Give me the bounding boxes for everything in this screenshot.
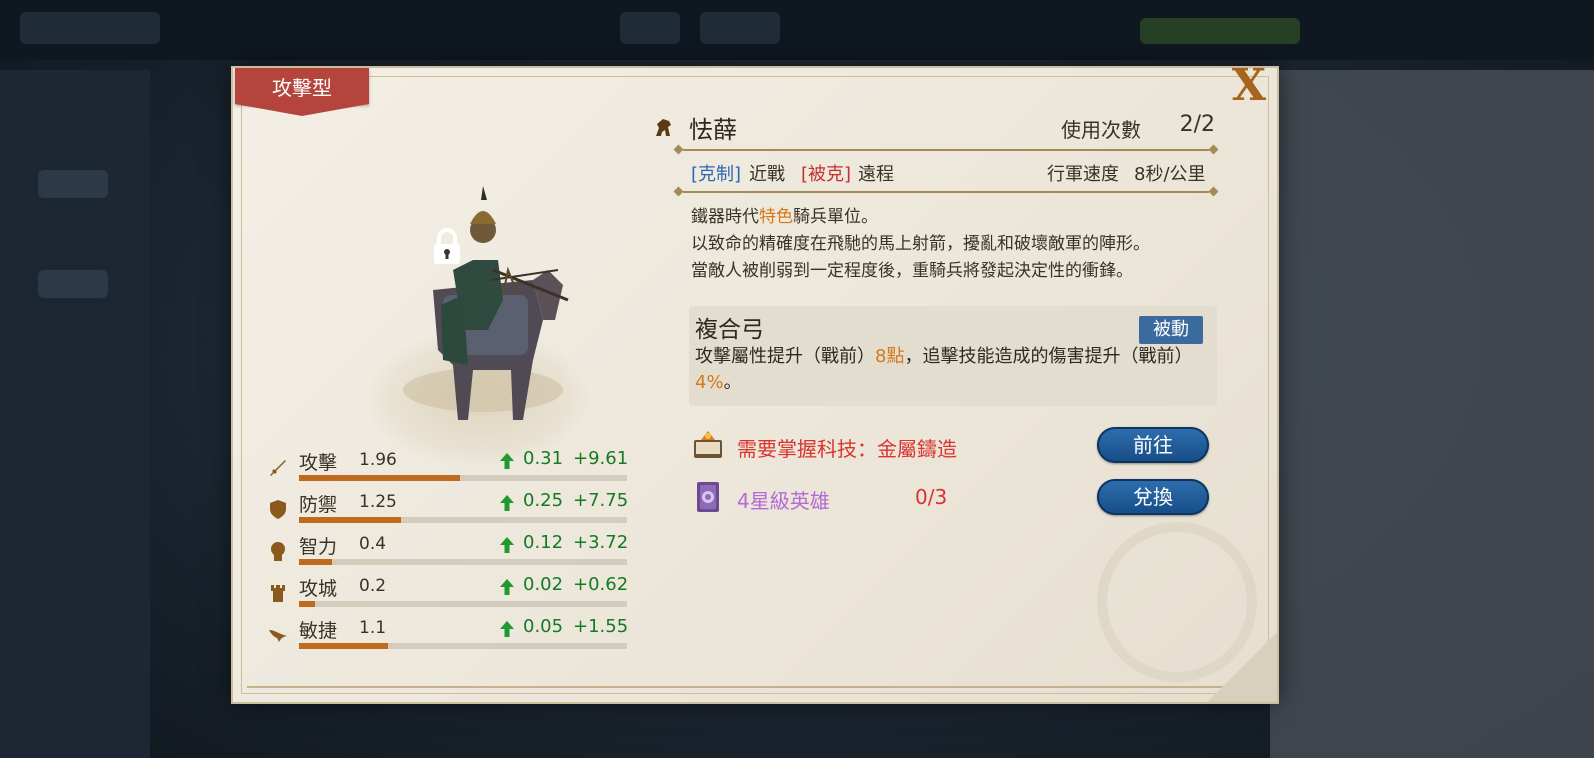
stat-bonus: +0.62 xyxy=(573,574,629,595)
stat-growth: 0.25 xyxy=(523,490,564,511)
description-line: 鐵器時代特色騎兵單位。 xyxy=(691,207,878,227)
background-top-bar xyxy=(0,0,1594,60)
march-speed-label: 行軍速度 xyxy=(1047,164,1119,185)
lock-icon xyxy=(434,228,460,264)
stat-name: 智力 xyxy=(299,536,338,558)
stat-row: 攻擊 1.96 0.31 +9.61 xyxy=(267,446,637,488)
background-sidebar xyxy=(0,70,150,758)
stat-bonus: +3.72 xyxy=(573,532,629,553)
background-top-item xyxy=(620,12,680,44)
unit-description: 鐵器時代特色騎兵單位。 以致命的精確度在飛馳的馬上射箭，擾亂和破壞敵軍的陣形。 … xyxy=(691,204,1233,285)
stat-bar-fill xyxy=(299,559,332,565)
stat-base-value: 1.1 xyxy=(359,618,387,638)
stat-name: 攻擊 xyxy=(299,452,338,474)
stat-growth: 0.12 xyxy=(523,532,564,553)
arrow-up-icon xyxy=(500,621,514,637)
description-line: 當敵人被削弱到一定程度後，重騎兵將發起決定性的衝鋒。 xyxy=(691,261,1133,281)
stat-bar xyxy=(299,475,627,481)
background-top-item xyxy=(1140,18,1300,44)
unit-info-dialog: 攻擊型 X 攻擊 1.96 0.31 +9.61 防禦 1.25 0.25 +7.75 智力 0.… xyxy=(233,62,1277,702)
arrow-up-icon xyxy=(500,495,514,511)
stat-row: 防禦 1.25 0.25 +7.75 xyxy=(267,488,637,530)
arrow-up-icon xyxy=(500,537,514,553)
skill-type-tag: 被動 xyxy=(1139,316,1203,344)
stat-bonus: +7.75 xyxy=(573,490,629,511)
unit-type-label: 攻擊型 xyxy=(272,75,332,100)
requirement-hero-text: 4星級英雄 xyxy=(737,489,830,513)
stat-bar-fill xyxy=(299,643,388,649)
background-right-panel xyxy=(1270,70,1594,758)
goto-button[interactable]: 前往 xyxy=(1097,427,1209,463)
skill-box: 複合弓 被動 攻擊屬性提升（戰前）8點，追擊技能造成的傷害提升（戰前）4%。 xyxy=(689,306,1217,406)
background-sidebar-item xyxy=(38,170,108,198)
stat-growth: 0.31 xyxy=(523,448,564,469)
cavalry-unit-figure xyxy=(403,186,569,420)
cavalry-icon xyxy=(656,119,671,136)
uses-label: 使用次數 xyxy=(1061,118,1141,142)
shield-icon xyxy=(270,500,286,519)
description-line: 以致命的精確度在飛馳的馬上射箭，擾亂和破壞敵軍的陣形。 xyxy=(691,234,1150,254)
requirement-hero-row: 4星級英雄 0/3 兌換 xyxy=(689,478,1217,518)
countered-label: [被克] xyxy=(801,164,852,185)
stat-bonus: +9.61 xyxy=(573,448,629,469)
stat-growth: 0.05 xyxy=(523,616,564,637)
panel-bottom-line xyxy=(247,686,1263,688)
stat-row: 智力 0.4 0.12 +3.72 xyxy=(267,530,637,572)
background-sidebar-item xyxy=(38,270,108,298)
unit-name: 怯薛 xyxy=(689,116,737,144)
skill-name: 複合弓 xyxy=(695,317,764,343)
requirement-hero-count: 0/3 xyxy=(915,485,948,509)
wing-icon xyxy=(269,630,287,642)
stat-base-value: 1.25 xyxy=(359,492,397,512)
unit-type-ribbon: 攻擊型 xyxy=(235,68,369,116)
stat-bar-fill xyxy=(299,475,460,481)
counter-label: [克制] xyxy=(691,164,742,185)
stat-bar xyxy=(299,559,627,565)
stat-name: 防禦 xyxy=(299,494,338,516)
page-corner-fold xyxy=(1207,632,1277,702)
march-speed-value: 8秒/公里 xyxy=(1134,164,1206,185)
counter-target: 近戰 xyxy=(749,164,785,185)
background-top-item xyxy=(700,12,780,44)
requirement-tech-text: 需要掌握科技：金屬鑄造 xyxy=(737,437,957,461)
arrow-up-icon xyxy=(500,579,514,595)
stat-bar xyxy=(299,517,627,523)
stat-row: 敏捷 1.1 0.05 +1.55 xyxy=(267,614,637,656)
close-button[interactable]: X xyxy=(1223,62,1275,110)
stat-bonus: +1.55 xyxy=(573,616,629,637)
counter-info-row: [克制] 近戰 [被克] 遠程 行軍速度 8秒/公里 xyxy=(653,154,1233,188)
background-top-item xyxy=(20,12,160,44)
sword-icon xyxy=(270,460,286,476)
skill-description: 攻擊屬性提升（戰前）8點，追擊技能造成的傷害提升（戰前）4%。 xyxy=(695,346,1193,393)
stat-row: 攻城 0.2 0.02 +0.62 xyxy=(267,572,637,614)
head-icon xyxy=(271,542,285,561)
stat-base-value: 1.96 xyxy=(359,450,397,470)
requirement-tech-row: 需要掌握科技：金屬鑄造 前往 xyxy=(689,426,1217,466)
stat-bar-fill xyxy=(299,517,401,523)
stat-bar-fill xyxy=(299,601,316,607)
stat-name: 敏捷 xyxy=(299,620,338,642)
unit-stats: 攻擊 1.96 0.31 +9.61 防禦 1.25 0.25 +7.75 智力 0.4 0.12 +… xyxy=(267,446,637,656)
stat-growth: 0.02 xyxy=(523,574,564,595)
hero-card-icon xyxy=(697,482,719,512)
tower-icon xyxy=(271,585,285,602)
uses-value: 2/2 xyxy=(1179,112,1215,137)
stat-bar xyxy=(299,643,627,649)
stat-base-value: 0.2 xyxy=(359,576,387,596)
stat-base-value: 0.4 xyxy=(359,534,387,554)
countered-target: 遠程 xyxy=(858,164,894,185)
arrow-up-icon xyxy=(500,453,514,469)
stat-name: 攻城 xyxy=(299,578,338,600)
stat-bar xyxy=(299,601,627,607)
tech-book-icon xyxy=(694,431,722,458)
unit-details: 怯薛 使用次數 2/2 [克制] 近戰 [被克] 遠程 行軍速度 8秒/公里 鐵… xyxy=(653,108,1233,515)
divider-line xyxy=(673,144,1219,155)
exchange-button[interactable]: 兌換 xyxy=(1097,479,1209,515)
unit-header: 怯薛 使用次數 2/2 xyxy=(653,108,1233,146)
divider-line xyxy=(673,186,1219,197)
